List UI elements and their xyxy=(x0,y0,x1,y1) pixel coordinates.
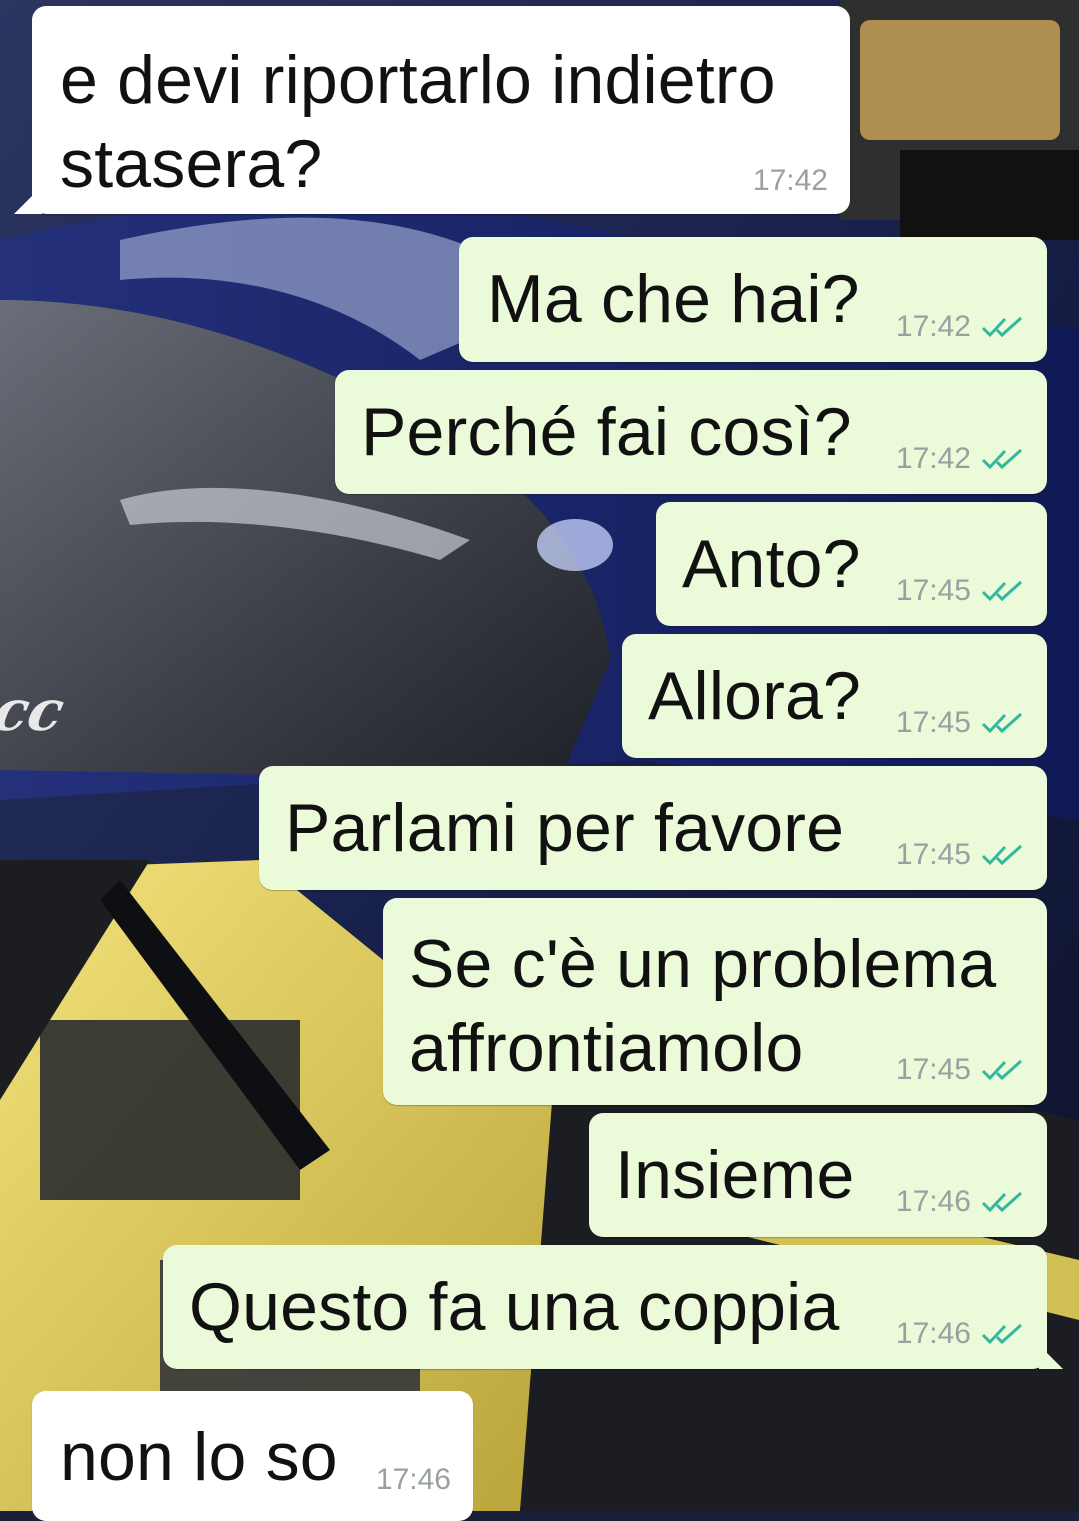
read-double-check-icon xyxy=(981,844,1023,866)
message-meta: 17:46 xyxy=(376,1463,451,1497)
message-meta: 17:46 xyxy=(896,1185,1027,1219)
message-meta: 17:42 xyxy=(896,442,1027,476)
read-double-check-icon xyxy=(981,448,1023,470)
message-text: Insieme xyxy=(615,1137,855,1213)
message-meta: 17:45 xyxy=(896,838,1027,872)
message-time: 17:45 xyxy=(895,574,971,607)
message-bubble-outgoing[interactable]: Anto? 17:45 xyxy=(656,502,1047,626)
message-text: Questo fa una coppia xyxy=(189,1269,840,1345)
message-bubble-outgoing[interactable]: Perché fai così? 17:42 xyxy=(335,370,1047,494)
message-bubble-outgoing[interactable]: Parlami per favore 17:45 xyxy=(259,766,1047,890)
message-meta: 17:45 xyxy=(896,1053,1027,1087)
message-time: 17:42 xyxy=(752,164,828,197)
message-meta: 17:45 xyxy=(896,574,1027,608)
message-bubble-outgoing[interactable]: Ma che hai? 17:42 xyxy=(459,237,1047,362)
read-double-check-icon xyxy=(981,580,1023,602)
message-meta: 17:42 xyxy=(753,164,828,198)
message-text: Ma che hai? xyxy=(487,261,860,337)
message-meta: 17:46 xyxy=(896,1317,1027,1351)
message-bubble-outgoing[interactable]: Se c'è un problema affrontiamolo 17:45 xyxy=(383,898,1047,1105)
message-text: Allora? xyxy=(648,658,862,734)
message-bubble-outgoing[interactable]: Allora? 17:45 xyxy=(622,634,1047,758)
message-time: 17:46 xyxy=(375,1463,451,1496)
read-double-check-icon xyxy=(981,316,1023,338)
read-double-check-icon xyxy=(981,1323,1023,1345)
message-meta: 17:42 xyxy=(896,310,1027,344)
message-meta: 17:45 xyxy=(896,706,1027,740)
message-text: non lo so xyxy=(60,1419,338,1495)
message-text: Parlami per favore xyxy=(285,790,845,866)
read-double-check-icon xyxy=(981,712,1023,734)
message-time: 17:42 xyxy=(895,310,971,343)
message-bubble-incoming[interactable]: non lo so 17:46 xyxy=(32,1391,473,1521)
message-time: 17:45 xyxy=(895,1053,971,1086)
message-time: 17:42 xyxy=(895,442,971,475)
read-double-check-icon xyxy=(981,1059,1023,1081)
message-bubble-outgoing[interactable]: Insieme 17:46 xyxy=(589,1113,1047,1237)
message-bubble-outgoing[interactable]: Questo fa una coppia 17:46 xyxy=(163,1245,1063,1369)
message-text: e devi riportarlo indietro stasera? xyxy=(60,42,776,202)
message-bubble-incoming[interactable]: e devi riportarlo indietro stasera? 17:4… xyxy=(14,6,850,214)
read-double-check-icon xyxy=(981,1191,1023,1213)
message-text: Anto? xyxy=(682,526,861,602)
message-time: 17:46 xyxy=(895,1317,971,1350)
message-text: Perché fai così? xyxy=(361,394,852,470)
message-time: 17:46 xyxy=(895,1185,971,1218)
chat-conversation: e devi riportarlo indietro stasera? 17:4… xyxy=(0,0,1079,1521)
message-time: 17:45 xyxy=(895,838,971,871)
message-time: 17:45 xyxy=(895,706,971,739)
